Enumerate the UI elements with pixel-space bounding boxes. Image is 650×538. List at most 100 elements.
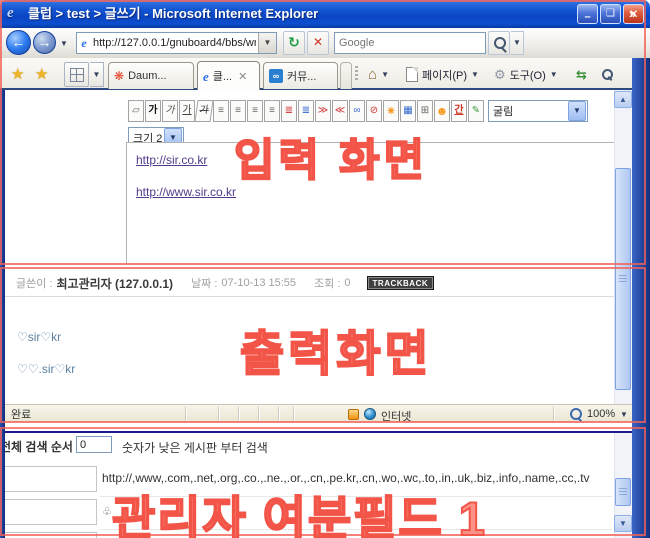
editor-link-2[interactable]: http://www.sir.co.kr xyxy=(136,185,236,199)
minimize-button[interactable]: – xyxy=(577,4,598,24)
daum-icon: ❋ xyxy=(114,69,124,83)
italic-button[interactable]: 가 xyxy=(162,100,178,122)
tab-daum[interactable]: ❋ Daum... xyxy=(108,62,194,89)
search-order-label: 전체 검색 순서 xyxy=(0,438,73,455)
emoticon-icon[interactable]: ☻ xyxy=(434,100,450,122)
admin-label-cell xyxy=(3,532,97,538)
quick-tabs-grid-icon xyxy=(70,68,84,82)
zoom-dropdown-icon[interactable]: ▼ xyxy=(620,410,628,419)
window-border-left xyxy=(0,90,5,538)
scrollbar-down-button[interactable]: ▼ xyxy=(614,515,632,532)
gear-icon: ⚙ xyxy=(494,67,506,83)
bold-button[interactable]: 가 xyxy=(145,100,161,122)
maximize-button[interactable]: ❑ xyxy=(600,4,621,24)
quick-tabs-button[interactable] xyxy=(64,62,89,87)
underline-button[interactable]: 가 xyxy=(179,100,195,122)
image-icon[interactable]: ▦ xyxy=(400,100,416,122)
security-zone-label: 인터넷 xyxy=(381,408,411,424)
research-button[interactable] xyxy=(598,62,618,87)
refresh-button[interactable]: ↻ xyxy=(283,31,305,55)
stop-button[interactable]: ✕ xyxy=(307,31,329,55)
quick-tabs-dropdown-icon[interactable]: ▼ xyxy=(90,62,104,87)
window-border-right xyxy=(632,58,650,538)
add-favorite-icon[interactable]: ★ xyxy=(35,65,48,83)
align-left-icon[interactable]: ≡ xyxy=(213,100,229,122)
back-button[interactable]: ← xyxy=(6,30,31,55)
scrollbar-up-button[interactable]: ▲ xyxy=(614,91,632,108)
align-right-icon[interactable]: ≡ xyxy=(247,100,263,122)
tab-club-active[interactable]: e 클... ✕ xyxy=(197,61,260,90)
scrollbar-thumb[interactable] xyxy=(615,478,631,506)
indent-icon[interactable]: ≫ xyxy=(315,100,331,122)
link-icon[interactable]: ∞ xyxy=(349,100,365,122)
strikethrough-button[interactable]: 가 xyxy=(194,100,213,122)
zoom-level[interactable]: 100% xyxy=(587,408,615,420)
output-link-1[interactable]: ♡sir♡kr xyxy=(17,330,61,344)
search-options-icon[interactable]: ▼ xyxy=(511,31,524,55)
page-icon xyxy=(406,67,418,82)
eraser-icon[interactable]: ▱ xyxy=(128,100,144,122)
home-icon: ⌂ xyxy=(368,66,377,83)
chevron-down-icon: ▼ xyxy=(471,70,479,79)
views-label: 조회 : xyxy=(314,275,340,291)
table-icon[interactable]: ⊞ xyxy=(417,100,433,122)
url-filter-value: http://,www,.com,.net,.org,.co.,.ne.,.or… xyxy=(102,471,610,485)
trackback-badge[interactable]: TRACKBACK xyxy=(367,276,435,290)
justify-icon[interactable]: ≡ xyxy=(264,100,280,122)
scrollbar-thumb[interactable] xyxy=(615,168,631,390)
title-bar: e 클럽 > test > 글쓰기 - Microsoft Internet E… xyxy=(0,0,650,28)
unordered-list-icon[interactable]: ≣ xyxy=(298,100,314,122)
unlink-icon[interactable]: ⊘ xyxy=(366,100,382,122)
font-family-select[interactable]: 굴림 ▼ xyxy=(488,100,588,122)
admin-label-cell xyxy=(3,499,97,525)
tools-menu-button[interactable]: ⚙ 도구(O) ▼ xyxy=(490,62,562,87)
editor-link-1[interactable]: http://sir.co.kr xyxy=(136,153,207,167)
search-button[interactable] xyxy=(488,31,510,55)
page-menu-button[interactable]: 페이지(P) ▼ xyxy=(402,62,483,87)
tools-menu-label: 도구(O) xyxy=(510,67,546,83)
tab-label: Daum... xyxy=(128,70,167,82)
toolbar-overflow-icon[interactable]: » xyxy=(629,6,636,21)
toolbar-drag-handle[interactable] xyxy=(355,66,358,82)
tab-community[interactable]: ∞ 커뮤... xyxy=(263,62,338,89)
window-title: 클럽 > test > 글쓰기 - Microsoft Internet Exp… xyxy=(28,0,318,28)
address-dropdown-icon[interactable]: ▼ xyxy=(258,33,276,53)
special-char-icon[interactable]: ✷ xyxy=(383,100,399,122)
scrollbar-grip xyxy=(619,275,627,282)
search-order-input[interactable] xyxy=(76,436,112,453)
chevron-down-icon: ▼ xyxy=(550,70,558,79)
tab-label: 클... xyxy=(213,68,232,84)
protected-mode-icon xyxy=(348,409,359,420)
globe-icon xyxy=(364,408,376,420)
font-color-button[interactable]: 간 xyxy=(451,100,467,122)
home-button[interactable]: ⌂ ▼ xyxy=(364,62,393,87)
forward-button[interactable]: → xyxy=(33,31,56,54)
status-text: 완료 xyxy=(11,406,31,422)
ie-window: e 클럽 > test > 글쓰기 - Microsoft Internet E… xyxy=(0,0,650,538)
author-value: 최고관리자 (127.0.0.1) xyxy=(56,275,173,292)
output-link-2[interactable]: ♡♡.sir♡kr xyxy=(17,362,75,376)
history-dropdown-icon[interactable]: ▼ xyxy=(60,39,68,48)
search-icon xyxy=(494,37,506,49)
ordered-list-icon[interactable]: ≣ xyxy=(281,100,297,122)
outdent-icon[interactable]: ≪ xyxy=(332,100,348,122)
status-bar: 완료 인터넷 100% ▼ xyxy=(5,404,632,422)
zoom-icon[interactable] xyxy=(570,408,582,420)
favorites-star-icon[interactable]: ★ xyxy=(11,65,24,83)
research-icon xyxy=(602,68,614,82)
navigation-bar: ← → ▼ e ▼ ↻ ✕ ▼ xyxy=(0,28,650,59)
new-tab-stub[interactable] xyxy=(340,62,352,89)
tab-close-icon[interactable]: ✕ xyxy=(238,70,247,83)
address-bar[interactable]: e ▼ xyxy=(76,32,277,54)
editor-toolbar: ▱ 가 가 가 가 ≡ ≡ ≡ ≡ ≣ ≣ ≫ ≪ ∞ ⊘ ✷ ▦ ⊞ ☻ 간 … xyxy=(128,100,588,124)
search-box[interactable] xyxy=(334,32,486,54)
align-center-icon[interactable]: ≡ xyxy=(230,100,246,122)
sync-button[interactable]: ⇆ xyxy=(572,62,591,87)
views-value: 0 xyxy=(344,277,350,289)
search-input[interactable] xyxy=(335,34,485,52)
chevron-down-icon: ▼ xyxy=(568,101,586,121)
ie-logo-icon: e xyxy=(7,5,24,22)
chevron-down-icon: ▼ xyxy=(381,70,389,79)
html-edit-icon[interactable]: ✎ xyxy=(468,100,484,122)
address-input[interactable] xyxy=(91,34,258,52)
